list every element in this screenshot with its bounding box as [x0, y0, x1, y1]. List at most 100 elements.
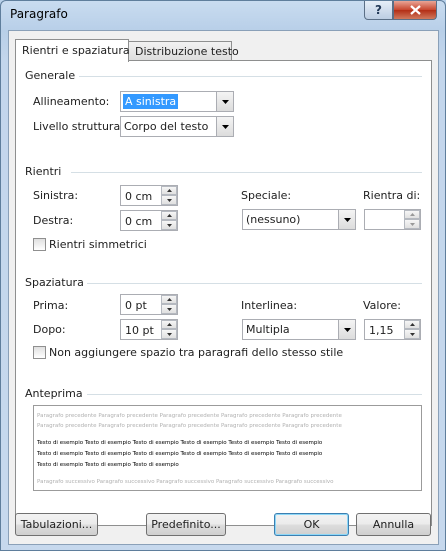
rientri-simmetrici-checkbox[interactable]	[33, 238, 46, 251]
prima-spinner[interactable]: 0 pt	[120, 294, 178, 315]
group-title-generale: Generale	[25, 69, 76, 82]
preview-prev-line: Paragrafo precedente Paragrafo precedent…	[37, 413, 342, 419]
dropdown-arrow[interactable]	[338, 210, 355, 229]
chevron-down-icon	[221, 124, 229, 129]
tab-distribuzione-testo[interactable]: Distribuzione testo	[128, 41, 239, 61]
speciale-dropdown[interactable]: (nessuno)	[242, 209, 356, 230]
spin-down-button[interactable]	[161, 304, 177, 314]
rientri-simmetrici-label[interactable]: Rientri simmetrici	[49, 238, 147, 251]
ok-button[interactable]: OK	[274, 513, 349, 536]
arrow-up-icon	[166, 214, 172, 217]
destra-label: Destra:	[33, 214, 74, 227]
sinistra-value: 0 cm	[125, 190, 153, 203]
separator	[79, 76, 422, 77]
arrow-up-icon	[166, 323, 172, 326]
predefinito-button[interactable]: Predefinito...	[146, 513, 226, 536]
spin-up-button[interactable]	[161, 211, 177, 220]
dopo-label: Dopo:	[33, 323, 66, 336]
prima-label: Prima:	[33, 299, 69, 312]
spinner-buttons	[404, 210, 420, 229]
dialog-body: Rientri e spaziatura Distribuzione testo…	[8, 30, 439, 545]
livello-struttura-label: Livello struttura:	[33, 120, 124, 133]
sinistra-spinner[interactable]: 0 cm	[120, 185, 178, 206]
arrow-up-icon	[409, 323, 415, 326]
spinner-buttons	[161, 320, 177, 339]
group-title-anteprima: Anteprima	[25, 387, 83, 400]
paragraph-dialog: Paragrafo ? Rientri e spaziatura Distrib…	[0, 0, 446, 551]
sinistra-label: Sinistra:	[33, 189, 79, 202]
spin-up-button[interactable]	[161, 320, 177, 329]
prima-value: 0 pt	[125, 299, 147, 312]
arrow-down-icon	[166, 332, 172, 336]
arrow-up-icon	[409, 213, 415, 216]
tab-label: Rientri e spaziatura	[22, 44, 130, 57]
spin-up-button[interactable]	[404, 210, 420, 219]
separator	[87, 394, 422, 395]
dopo-spinner[interactable]: 10 pt	[120, 319, 178, 340]
preview-sample-line: Testo di esempio Testo di esempio Testo …	[37, 451, 323, 457]
spin-up-button[interactable]	[404, 320, 420, 329]
chevron-down-icon	[221, 99, 229, 104]
valore-spinner[interactable]: 1,15	[364, 319, 421, 340]
allineamento-value: A sinistra	[123, 94, 179, 109]
dropdown-arrow[interactable]	[338, 320, 355, 339]
chevron-down-icon	[343, 327, 351, 332]
spinner-buttons	[161, 186, 177, 205]
help-button[interactable]: ?	[364, 1, 393, 20]
spin-down-button[interactable]	[161, 329, 177, 339]
annulla-button[interactable]: Annulla	[356, 513, 431, 536]
livello-struttura-value: Corpo del testo	[124, 120, 209, 133]
arrow-down-icon	[409, 222, 415, 226]
rientra-di-label: Rientra di:	[363, 189, 421, 202]
preview-prev-line: Paragrafo precedente Paragrafo precedent…	[37, 423, 342, 429]
no-space-same-style-checkbox[interactable]	[33, 346, 46, 359]
group-title-spaziatura: Spaziatura	[25, 276, 84, 289]
destra-value: 0 cm	[125, 215, 153, 228]
close-button[interactable]	[393, 1, 437, 20]
group-title-rientri: Rientri	[25, 165, 62, 178]
speciale-label: Speciale:	[241, 189, 292, 202]
preview-sample-line: Testo di esempio Testo di esempio Testo …	[37, 462, 179, 468]
arrow-down-icon	[166, 307, 172, 311]
spin-down-button[interactable]	[161, 195, 177, 205]
tabulazioni-button[interactable]: Tabulazioni...	[15, 513, 98, 536]
interlinea-value: Multipla	[246, 323, 290, 336]
livello-struttura-dropdown[interactable]: Corpo del testo	[120, 116, 234, 137]
interlinea-dropdown[interactable]: Multipla	[242, 319, 356, 340]
spinner-buttons	[161, 211, 177, 230]
title-bar[interactable]: Paragrafo ?	[1, 1, 445, 31]
preview-sample-line: Testo di esempio Testo di esempio Testo …	[37, 440, 323, 446]
valore-label: Valore:	[363, 299, 401, 312]
allineamento-label: Allineamento:	[33, 95, 110, 108]
no-space-same-style-label[interactable]: Non aggiungere spazio tra paragrafi dell…	[49, 346, 343, 359]
allineamento-dropdown[interactable]: A sinistra	[120, 91, 234, 112]
dialog-title: Paragrafo	[10, 7, 68, 21]
chevron-down-icon	[343, 217, 351, 222]
preview-next-line: Paragrafo successivo Paragrafo successiv…	[37, 479, 334, 485]
tab-page: Generale Allineamento: A sinistra Livell…	[15, 60, 432, 526]
spin-down-button[interactable]	[404, 329, 420, 339]
dropdown-arrow[interactable]	[216, 117, 233, 136]
interlinea-label: Interlinea:	[241, 299, 298, 312]
spin-up-button[interactable]	[161, 295, 177, 304]
valore-value: 1,15	[369, 324, 394, 337]
arrow-down-icon	[166, 198, 172, 202]
spin-down-button[interactable]	[404, 219, 420, 229]
arrow-up-icon	[166, 298, 172, 301]
dopo-value: 10 pt	[125, 324, 154, 337]
spinner-buttons	[161, 295, 177, 314]
spin-down-button[interactable]	[161, 220, 177, 230]
spin-up-button[interactable]	[161, 186, 177, 195]
rientra-di-spinner[interactable]	[364, 209, 421, 230]
arrow-down-icon	[166, 223, 172, 227]
destra-spinner[interactable]: 0 cm	[120, 210, 178, 231]
close-icon	[409, 5, 421, 15]
separator	[71, 172, 422, 173]
dropdown-arrow[interactable]	[216, 92, 233, 111]
tab-label: Distribuzione testo	[135, 45, 239, 58]
separator	[87, 283, 422, 284]
help-icon: ?	[375, 3, 382, 17]
arrow-down-icon	[409, 332, 415, 336]
tab-rientri-spaziatura[interactable]: Rientri e spaziatura	[15, 39, 130, 62]
arrow-up-icon	[166, 189, 172, 192]
